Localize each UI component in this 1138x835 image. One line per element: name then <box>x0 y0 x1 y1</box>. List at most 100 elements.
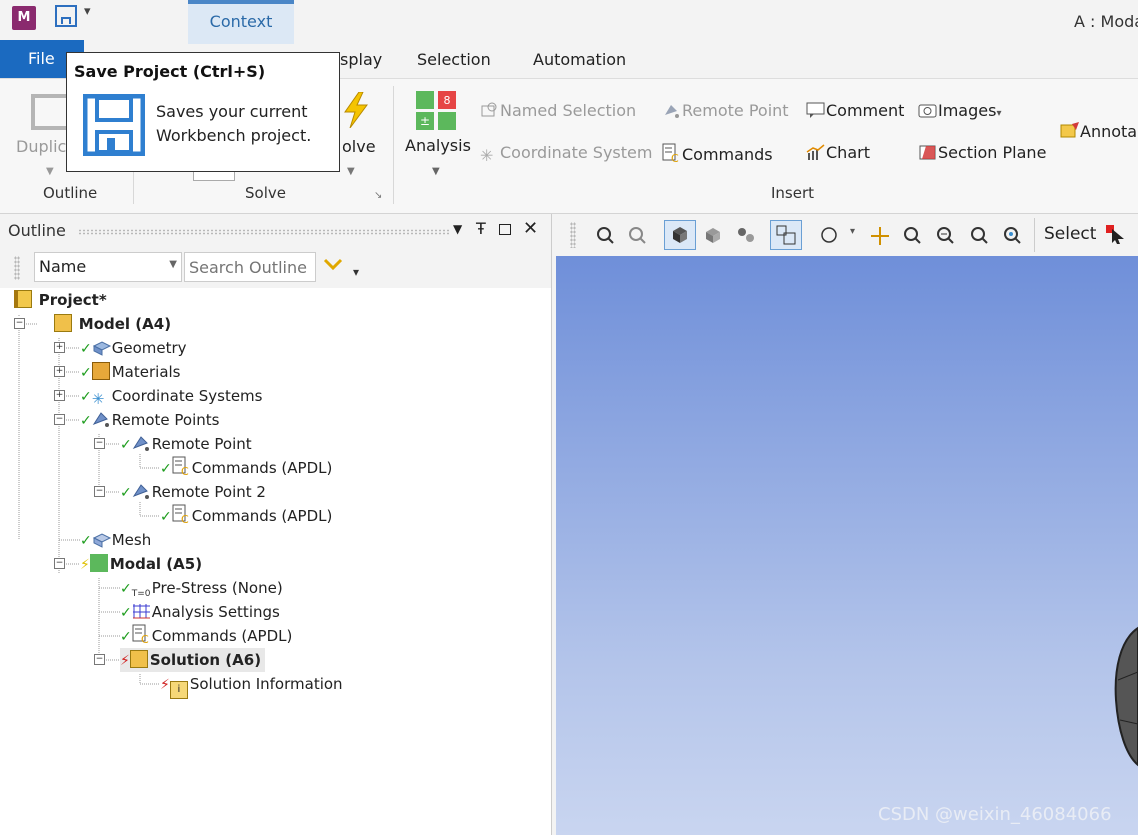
zoom-to-fit-icon[interactable] <box>596 226 614 244</box>
duplicate-dropdown-icon[interactable]: ▼ <box>46 166 54 177</box>
filter-type-select[interactable]: Name ▼ <box>34 252 182 282</box>
images-button[interactable]: Images▾ <box>918 101 1001 120</box>
wireframe-toggle-button[interactable] <box>770 220 802 250</box>
toolbar-grip[interactable] <box>14 256 20 280</box>
maximize-icon[interactable] <box>499 224 511 235</box>
tree-label: Coordinate Systems <box>111 387 263 405</box>
annotation-button[interactable]: Annota <box>1060 122 1137 141</box>
collapse-icon[interactable]: − <box>94 654 105 665</box>
annotation-icon <box>1060 122 1079 140</box>
images-dropdown-icon[interactable]: ▾ <box>996 108 1001 119</box>
tree-item-pre-stress[interactable]: ✓T=0Pre-Stress (None) <box>120 576 283 600</box>
expand-icon[interactable]: + <box>54 342 65 353</box>
search-outline-input[interactable] <box>184 252 316 282</box>
tree-item-commands-2[interactable]: ✓ C Commands (APDL) <box>160 504 332 528</box>
tree-item-model[interactable]: Model (A4) <box>54 312 171 336</box>
zoom-in-icon[interactable] <box>936 226 954 244</box>
toolbar-divider <box>1034 218 1035 252</box>
tree-item-analysis-settings[interactable]: ✓ Analysis Settings <box>120 600 280 624</box>
save-project-quick-button[interactable] <box>55 5 77 27</box>
model-part-shape <box>1114 626 1138 767</box>
select-mode-label[interactable]: Select <box>1044 224 1096 244</box>
zoom-out-icon[interactable] <box>970 226 988 244</box>
check-icon: ✓ <box>120 485 132 501</box>
filter-type-value: Name <box>39 257 87 276</box>
check-icon: ✓ <box>80 341 92 357</box>
solve-process-field[interactable] <box>193 172 235 181</box>
solid-view-icon[interactable] <box>704 226 722 244</box>
graphics-viewport[interactable] <box>556 256 1138 835</box>
named-selection-button[interactable]: Named Selection <box>480 101 636 120</box>
analysis-button[interactable]: Analysis <box>405 136 471 155</box>
tree-item-geometry[interactable]: ✓ Geometry <box>80 336 187 360</box>
tree-item-modal[interactable]: ⚡ Modal (A5) <box>80 552 202 576</box>
solve-dropdown-icon[interactable]: ▼ <box>347 166 355 177</box>
tree-item-remote-points[interactable]: ✓ Remote Points <box>80 408 219 432</box>
panel-menu-icon[interactable]: ▼ <box>453 222 462 236</box>
collapse-icon[interactable]: − <box>94 438 105 449</box>
close-icon[interactable]: ✕ <box>523 218 538 239</box>
tree-item-mesh[interactable]: ✓ Mesh <box>80 528 151 552</box>
outline-title: Outline <box>8 221 66 240</box>
tab-automation[interactable]: Automation <box>533 50 626 69</box>
rotate-dropdown-icon[interactable]: ▾ <box>850 226 855 237</box>
pin-icon[interactable]: Ŧ <box>476 219 486 238</box>
tab-display[interactable]: splay <box>340 50 382 69</box>
quick-access-dropdown-icon[interactable]: ▾ <box>84 4 91 19</box>
annotation-label: Annota <box>1080 122 1138 141</box>
commands-icon: C <box>662 143 680 165</box>
tree-label: Solution Information <box>189 675 343 693</box>
select-cursor-icon[interactable] <box>1106 225 1128 249</box>
coordinate-system-icon: ✳ <box>480 146 494 165</box>
zoom-fit-selection-icon[interactable] <box>1003 226 1021 244</box>
check-icon: ✓ <box>120 437 132 453</box>
collapse-icon[interactable]: − <box>14 318 25 329</box>
coordinate-system-label: Coordinate System <box>500 143 653 162</box>
tree-item-materials[interactable]: ✓ Materials <box>80 360 181 384</box>
section-plane-label: Section Plane <box>938 143 1047 162</box>
tree-item-commands-1[interactable]: ✓ C Commands (APDL) <box>160 456 332 480</box>
coordinate-system-button[interactable]: ✳ Coordinate System <box>480 143 653 165</box>
search-options-icon[interactable]: ▾ <box>323 254 363 284</box>
tree-label: Commands (APDL) <box>151 627 293 645</box>
remote-point-button[interactable]: Remote Point <box>662 101 789 120</box>
expand-icon[interactable]: + <box>54 366 65 377</box>
solve-button[interactable]: olve <box>342 137 376 156</box>
box-zoom-icon[interactable] <box>628 226 646 244</box>
tree-item-solution[interactable]: ⚡ Solution (A6) <box>120 648 266 672</box>
remote-point-icon <box>132 434 150 452</box>
tree-item-commands-3[interactable]: ✓ C Commands (APDL) <box>120 624 292 648</box>
outline-drag-grip[interactable] <box>78 229 450 235</box>
chart-button[interactable]: Chart <box>806 143 870 162</box>
tree-label: Remote Points <box>111 411 220 429</box>
analysis-settings-icon <box>132 602 150 620</box>
comment-button[interactable]: Comment <box>806 101 904 120</box>
tree-item-remote-point-1[interactable]: ✓ Remote Point <box>120 432 252 456</box>
tree-label: Analysis Settings <box>151 603 280 621</box>
solve-group-launcher-icon[interactable]: ↘ <box>374 190 382 201</box>
analysis-dropdown-icon[interactable]: ▼ <box>432 166 440 177</box>
explode-view-icon[interactable] <box>736 226 754 244</box>
collapse-icon[interactable]: − <box>54 414 65 425</box>
collapse-icon[interactable]: − <box>94 486 105 497</box>
tree-item-project[interactable]: Project* <box>14 288 107 312</box>
collapse-icon[interactable]: − <box>54 558 65 569</box>
toolbar-grip[interactable] <box>570 222 576 248</box>
duplicate-button[interactable]: Duplic <box>16 137 66 156</box>
pre-stress-icon: T=0 <box>131 589 151 599</box>
tab-selection[interactable]: Selection <box>417 50 491 69</box>
tab-context[interactable]: Context <box>188 12 294 31</box>
tree-item-remote-point-2[interactable]: ✓ Remote Point 2 <box>120 480 266 504</box>
commands-button[interactable]: C Commands <box>662 143 773 165</box>
lightning-icon: ⚡ <box>80 557 90 573</box>
rotate-icon[interactable] <box>820 226 838 244</box>
group-label-solve: Solve <box>245 184 286 202</box>
zoom-icon[interactable] <box>903 226 921 244</box>
tree-item-coordinate-systems[interactable]: ✓✳ Coordinate Systems <box>80 384 262 408</box>
tree-item-solution-information[interactable]: ⚡ i Solution Information <box>160 672 343 699</box>
section-plane-button[interactable]: Section Plane <box>918 143 1046 162</box>
window-title: A : Moda <box>1074 12 1138 31</box>
pan-icon[interactable] <box>870 226 889 245</box>
expand-icon[interactable]: + <box>54 390 65 401</box>
shaded-view-button[interactable] <box>664 220 696 250</box>
